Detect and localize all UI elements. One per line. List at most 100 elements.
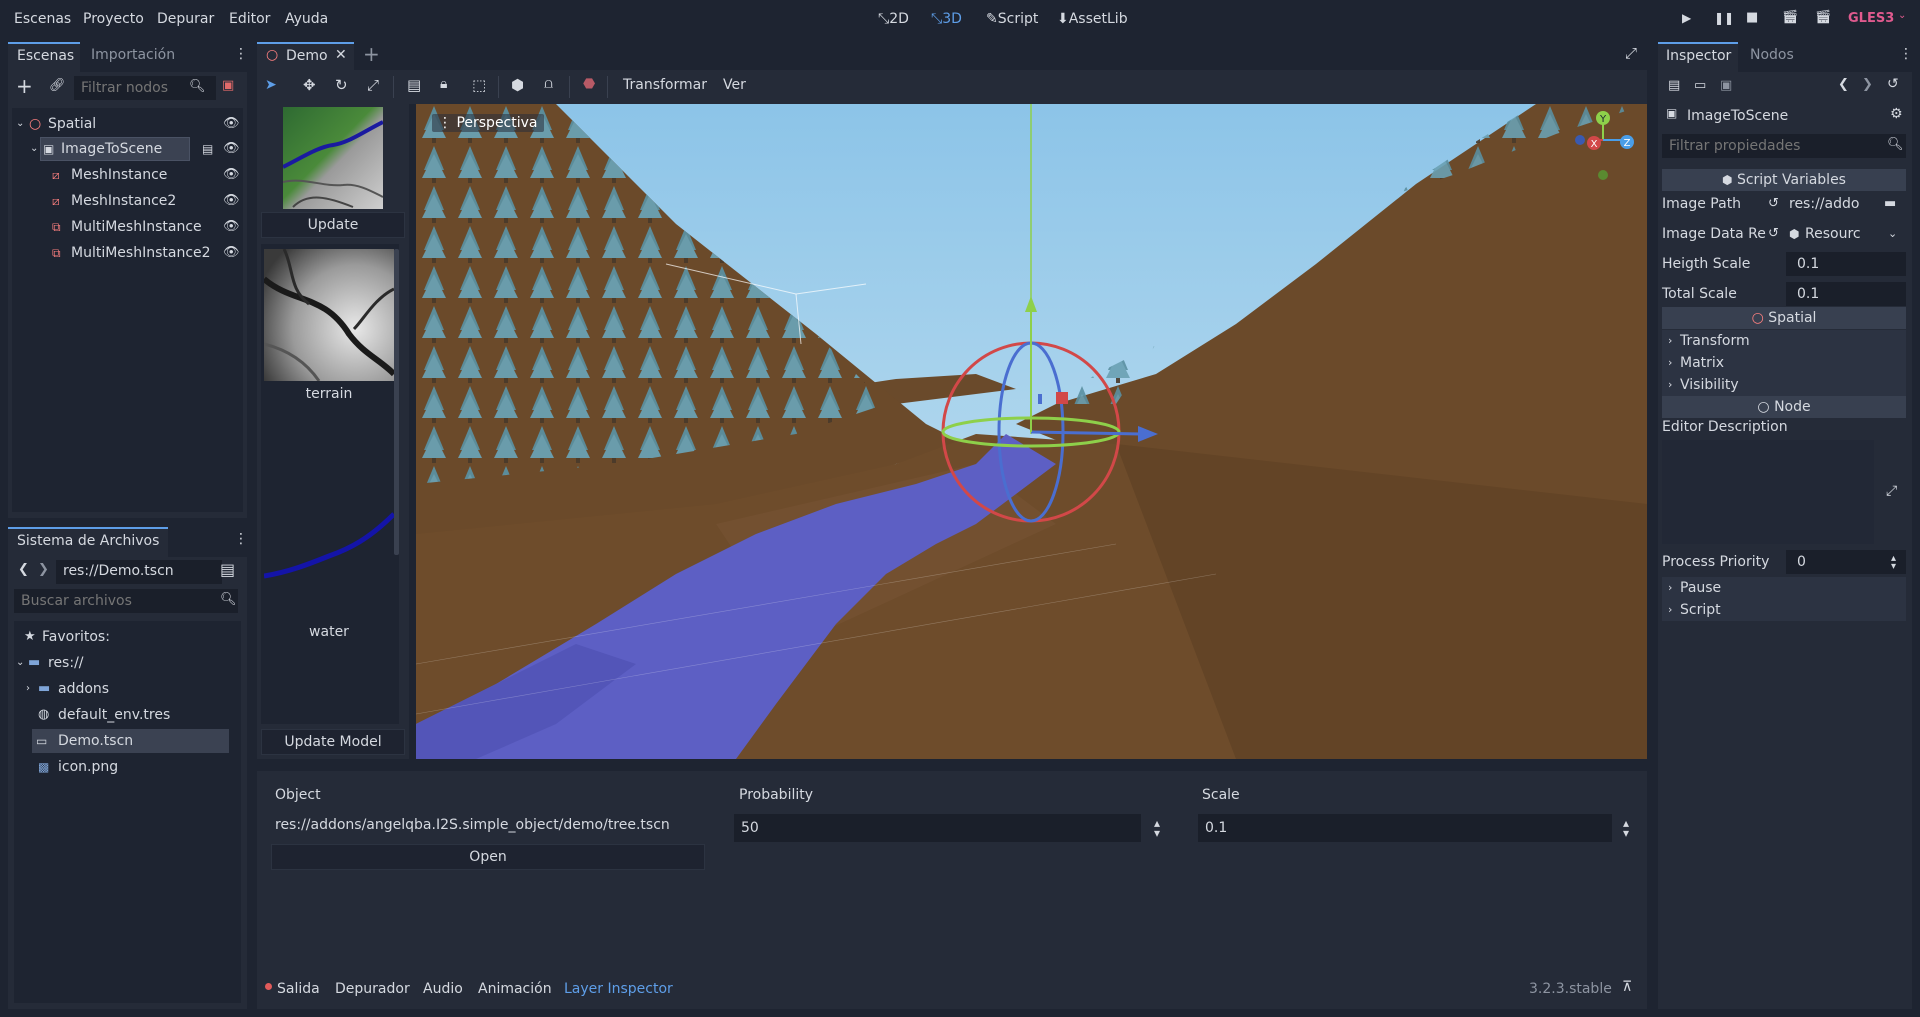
visibility-eye-icon[interactable]: 👁︎ — [223, 137, 240, 161]
stop-icon[interactable]: ■ — [1746, 10, 1758, 25]
pause-icon[interactable]: ❚❚ — [1714, 11, 1734, 25]
history-forward-icon[interactable]: ❯ — [1862, 77, 1873, 92]
open-folder-icon[interactable]: ▭ — [1694, 78, 1706, 93]
group-visibility[interactable]: › Visibility — [1662, 374, 1906, 396]
list-select-icon[interactable]: ▤ — [407, 76, 421, 94]
search-files-input[interactable] — [14, 589, 238, 613]
viewport-3d[interactable]: ⋮ Perspectiva Y X Z — [416, 104, 1647, 759]
layer-item-terrain[interactable]: terrain — [264, 249, 394, 409]
tab-salida[interactable]: Salida — [277, 981, 320, 997]
heigth-scale-field[interactable]: 0.1 — [1786, 252, 1906, 276]
add-tab-icon[interactable]: + — [363, 42, 380, 66]
history-icon[interactable]: ↺ — [1887, 76, 1899, 92]
tab-audio[interactable]: Audio — [423, 981, 463, 997]
visibility-eye-icon[interactable]: 👁︎ — [223, 163, 240, 187]
mode-3d-button[interactable]: ⤡3D — [931, 11, 962, 27]
play-icon[interactable]: ▶ — [1682, 11, 1691, 25]
collapse-arrow-icon[interactable]: ⌄ — [16, 112, 24, 136]
script-variables-section[interactable]: ⬢ Script Variables — [1662, 169, 1906, 191]
split-view-icon[interactable]: ▤ — [220, 560, 235, 579]
revert-icon[interactable]: ↺ — [1768, 220, 1779, 248]
tab-depurador[interactable]: Depurador — [335, 981, 410, 997]
menu-proyecto[interactable]: Proyecto — [83, 11, 144, 27]
menu-depurar[interactable]: Depurar — [157, 11, 214, 27]
process-priority-spinbox[interactable]: 0 — [1786, 550, 1906, 574]
visibility-eye-icon[interactable]: 👁︎ — [223, 241, 240, 265]
snap-icon[interactable]: ⩍ — [544, 76, 553, 92]
dock-menu-icon[interactable]: ⋮ — [234, 531, 248, 547]
file-row-default-env[interactable]: ◍ default_env.tres — [14, 703, 241, 727]
visibility-eye-icon[interactable]: 👁︎ — [223, 215, 240, 239]
pin-panel-icon[interactable]: ⊼ — [1622, 979, 1632, 995]
open-button[interactable]: Open — [271, 844, 705, 870]
play-custom-scene-icon[interactable]: 🎬︎ — [1815, 10, 1832, 25]
script-icon[interactable]: ▤ — [202, 137, 213, 161]
tree-row-spatial[interactable]: ⌄ ○ Spatial 👁︎ — [12, 112, 243, 136]
tab-nodos[interactable]: Nodos — [1750, 47, 1794, 63]
scale-spinbox[interactable]: 0.1 — [1198, 814, 1612, 842]
mode-assetlib-button[interactable]: ⬇AssetLib — [1057, 11, 1128, 27]
dock-menu-icon[interactable]: ⋮ — [1899, 46, 1913, 62]
tab-inspector[interactable]: Inspector — [1658, 42, 1738, 72]
lock-icon[interactable]: 🔒︎ — [440, 76, 447, 92]
tree-row-multimeshinstance2[interactable]: ⧉ MultiMeshInstance2 👁︎ — [12, 241, 243, 265]
chevron-down-icon[interactable]: ⌄ — [1888, 220, 1897, 248]
tab-layer-inspector[interactable]: Layer Inspector — [564, 981, 673, 997]
group-icon[interactable]: ⬚ — [472, 76, 486, 94]
filter-properties-input[interactable] — [1662, 134, 1906, 158]
layer-list-scrollbar[interactable] — [394, 249, 399, 555]
mode-2d-button[interactable]: ⤡2D — [878, 11, 909, 27]
tree-row-imagetoscene[interactable]: ⌄ ▣ ImageToScene ▤ 👁︎ — [12, 137, 243, 161]
perspective-menu[interactable]: ⋮ Perspectiva — [432, 114, 544, 132]
new-resource-icon[interactable]: ▤ — [1668, 78, 1680, 93]
expand-arrow-icon[interactable]: › — [26, 677, 30, 701]
add-node-icon[interactable]: + — [16, 75, 33, 97]
history-back-icon[interactable]: ❮ — [1838, 77, 1849, 92]
transform-menu[interactable]: Transformar — [623, 77, 707, 93]
update-button[interactable]: Update — [261, 212, 405, 238]
folder-icon[interactable]: ▬ — [1884, 190, 1896, 218]
menu-editor[interactable]: Editor — [229, 11, 270, 27]
tree-row-meshinstance2[interactable]: ⧄ MeshInstance2 👁︎ — [12, 189, 243, 213]
tab-demo[interactable]: ○ Demo ✕ — [257, 42, 354, 70]
image-data-field[interactable]: Resourc — [1805, 220, 1861, 248]
res-folder-row[interactable]: ⌄ ▬ res:// — [14, 651, 241, 675]
tree-row-meshinstance[interactable]: ⧄ MeshInstance 👁︎ — [12, 163, 243, 187]
paint-icon[interactable]: ⬣ — [583, 76, 595, 92]
tab-escenas[interactable]: Escenas — [8, 42, 80, 72]
favorites-row[interactable]: ★ Favoritos: — [14, 625, 241, 649]
update-model-button[interactable]: Update Model — [261, 729, 405, 755]
expand-editor-icon[interactable]: ⤢ — [1886, 483, 1897, 499]
view-menu[interactable]: Ver — [723, 77, 746, 93]
node-section[interactable]: ○ Node — [1662, 396, 1906, 418]
editor-description-textarea[interactable] — [1662, 440, 1874, 544]
addons-folder-row[interactable]: › ▬ addons — [14, 677, 241, 701]
spinbox-arrows-icon[interactable]: ▴ ▾ — [1891, 554, 1896, 572]
group-transform[interactable]: › Transform — [1662, 330, 1906, 352]
renderer-chevron-icon[interactable]: ⌄ — [1898, 10, 1906, 21]
tree-row-multimeshinstance[interactable]: ⧉ MultiMeshInstance 👁︎ — [12, 215, 243, 239]
move-tool-icon[interactable]: ✥ — [303, 76, 316, 94]
collapse-arrow-icon[interactable]: ⌄ — [30, 137, 38, 161]
menu-escenas[interactable]: Escenas — [14, 11, 71, 27]
layer-item-water[interactable]: water — [264, 494, 394, 654]
dock-menu-icon[interactable]: ⋮ — [234, 46, 248, 62]
distraction-free-icon[interactable]: ⤢ — [1625, 44, 1637, 62]
tab-animacion[interactable]: Animación — [478, 981, 552, 997]
collapse-arrow-icon[interactable]: ⌄ — [16, 651, 24, 675]
group-script[interactable]: › Script — [1662, 599, 1906, 621]
group-pause[interactable]: › Pause — [1662, 577, 1906, 599]
rotate-tool-icon[interactable]: ↻ — [335, 76, 348, 94]
visibility-eye-icon[interactable]: 👁︎ — [223, 112, 240, 136]
file-row-demo[interactable]: ▭ Demo.tscn — [32, 729, 229, 753]
tab-filesystem[interactable]: Sistema de Archivos — [8, 527, 168, 557]
tab-importacion[interactable]: Importación — [91, 47, 175, 63]
save-icon[interactable]: ▣ — [1720, 78, 1732, 93]
visibility-eye-icon[interactable]: 👁︎ — [223, 189, 240, 213]
local-space-icon[interactable]: ⬢ — [511, 76, 524, 94]
path-field[interactable]: res://Demo.tscn — [56, 560, 222, 584]
menu-ayuda[interactable]: Ayuda — [285, 11, 328, 27]
probability-spinbox[interactable]: 50 — [734, 814, 1141, 842]
spinbox-arrows-icon[interactable]: ▴ ▾ — [1623, 817, 1629, 839]
close-tab-icon[interactable]: ✕ — [335, 47, 347, 63]
